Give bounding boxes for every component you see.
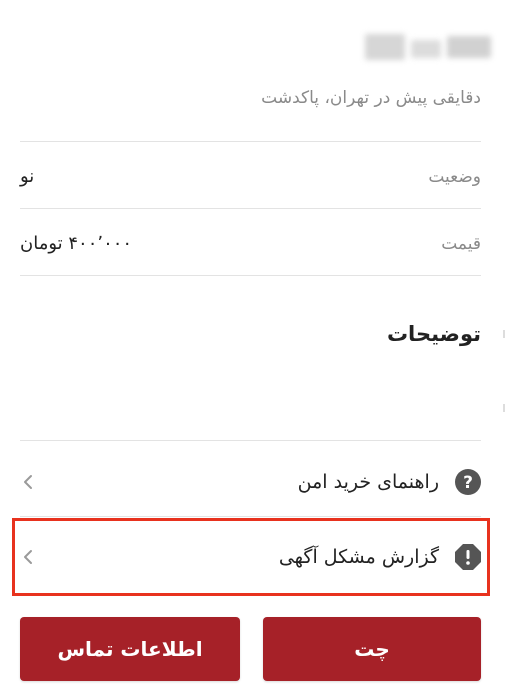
- menu-item-report-listing[interactable]: گزارش مشکل آگهی: [20, 527, 481, 587]
- contact-info-button[interactable]: اطلاعات تماس: [20, 617, 240, 681]
- blurred-listing-title: [361, 30, 491, 68]
- divider: [20, 275, 481, 276]
- price-label: قیمت: [441, 234, 481, 254]
- menu-item-label: گزارش مشکل آگهی: [278, 546, 439, 568]
- chevron-left-icon: [20, 549, 36, 565]
- divider: [20, 208, 481, 209]
- menu-item-safe-buying-guide[interactable]: ? راهنمای خرید امن: [20, 452, 481, 512]
- price-value: ۴۰۰٬۰۰۰ تومان: [20, 233, 133, 254]
- listing-detail-page: دقایقی پیش در تهران، پاکدشت وضعیت نو قیم…: [0, 0, 509, 696]
- menu-item-label: راهنمای خرید امن: [297, 471, 439, 493]
- svg-text:?: ?: [463, 473, 473, 493]
- chevron-left-icon: [20, 474, 36, 490]
- divider: [20, 516, 481, 517]
- divider: [20, 440, 481, 441]
- scroll-indicator: [503, 404, 505, 412]
- divider: [20, 141, 481, 142]
- description-title: توضیحات: [386, 322, 481, 346]
- status-value: نو: [20, 166, 35, 187]
- scroll-indicator: [503, 330, 505, 338]
- status-label: وضعیت: [428, 167, 481, 187]
- question-circle-icon: ?: [455, 469, 481, 495]
- listing-time-location: دقایقی پیش در تهران، پاکدشت: [261, 88, 481, 108]
- alert-octagon-icon: [455, 544, 481, 570]
- chat-button[interactable]: چت: [263, 617, 481, 681]
